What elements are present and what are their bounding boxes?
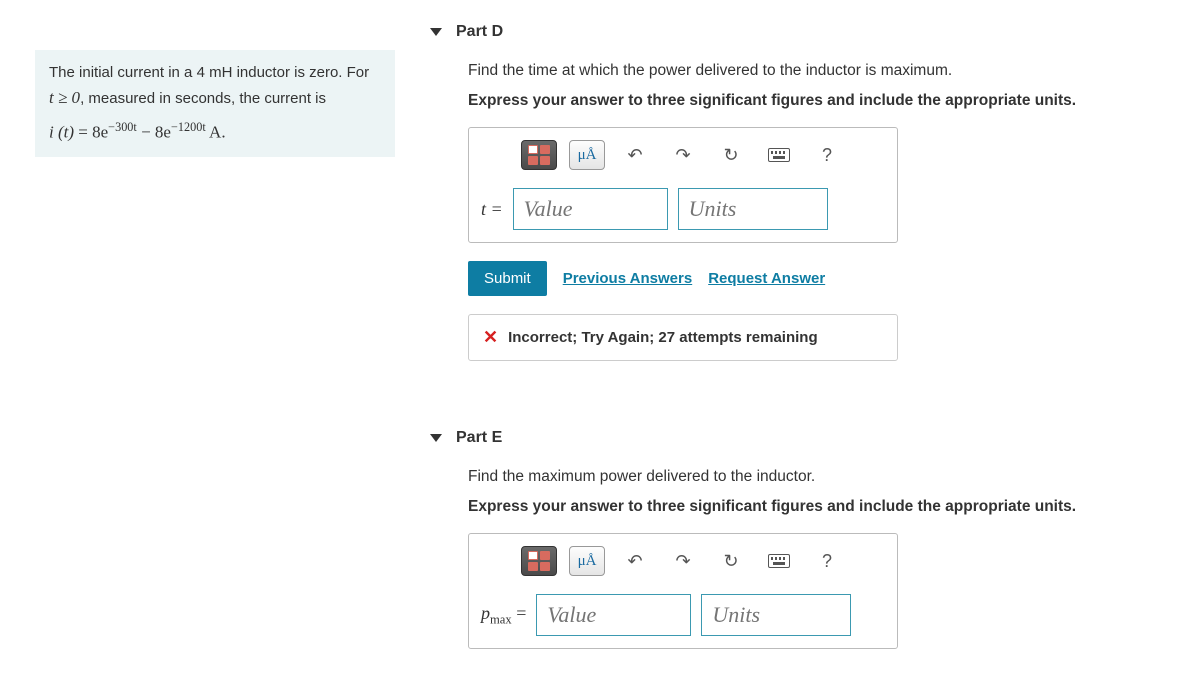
part-d-lhs: t = [481,199,503,220]
problem-statement: The initial current in a 4 mH inductor i… [35,50,395,157]
caret-down-icon [430,28,442,36]
keyboard-icon [768,554,790,568]
templates-icon [528,551,550,571]
part-d-answer-box: μÅ ↶ ↷ ↻ ? t = [468,127,898,243]
keyboard-button[interactable] [761,546,797,576]
part-e-lhs: pmax = [481,603,526,628]
undo-button[interactable]: ↶ [617,546,653,576]
part-e-instruction: Find the maximum power delivered to the … [468,465,1175,489]
keyboard-button[interactable] [761,140,797,170]
prompt-line2: t ≥ 0, measured in seconds, the current … [49,85,381,111]
part-d-instruction: Find the time at which the power deliver… [468,59,1175,83]
part-e-header[interactable]: Part E [430,421,1175,457]
part-e-express: Express your answer to three significant… [468,495,1175,519]
value-input[interactable] [536,594,691,636]
undo-button[interactable]: ↶ [617,140,653,170]
part-e-title: Part E [456,429,502,447]
caret-down-icon [430,434,442,442]
redo-button[interactable]: ↷ [665,546,701,576]
feedback-text: Incorrect; Try Again; 27 attempts remain… [508,329,818,346]
reset-button[interactable]: ↻ [713,140,749,170]
part-d-header[interactable]: Part D [430,15,1175,51]
units-button[interactable]: μÅ [569,546,605,576]
templates-icon [528,145,550,165]
part-d-title: Part D [456,23,503,41]
previous-answers-link[interactable]: Previous Answers [563,270,693,287]
reset-button[interactable]: ↻ [713,546,749,576]
toolbar: μÅ ↶ ↷ ↻ ? [481,546,885,576]
redo-button[interactable]: ↷ [665,140,701,170]
prompt-line1: The initial current in a 4 mH inductor i… [49,62,381,85]
help-button[interactable]: ? [809,546,845,576]
equation: i (t) = 8e−300t − 8e−1200t A. [49,118,381,145]
toolbar: μÅ ↶ ↷ ↻ ? [481,140,885,170]
units-input[interactable] [701,594,851,636]
part-d-express: Express your answer to three significant… [468,89,1175,113]
request-answer-link[interactable]: Request Answer [708,270,825,287]
templates-button[interactable] [521,140,557,170]
help-button[interactable]: ? [809,140,845,170]
incorrect-icon: ✕ [483,327,498,348]
part-e-answer-box: μÅ ↶ ↷ ↻ ? pmax = [468,533,898,649]
templates-button[interactable] [521,546,557,576]
units-input[interactable] [678,188,828,230]
keyboard-icon [768,148,790,162]
value-input[interactable] [513,188,668,230]
submit-button[interactable]: Submit [468,261,547,296]
feedback-box: ✕ Incorrect; Try Again; 27 attempts rema… [468,314,898,361]
units-button[interactable]: μÅ [569,140,605,170]
